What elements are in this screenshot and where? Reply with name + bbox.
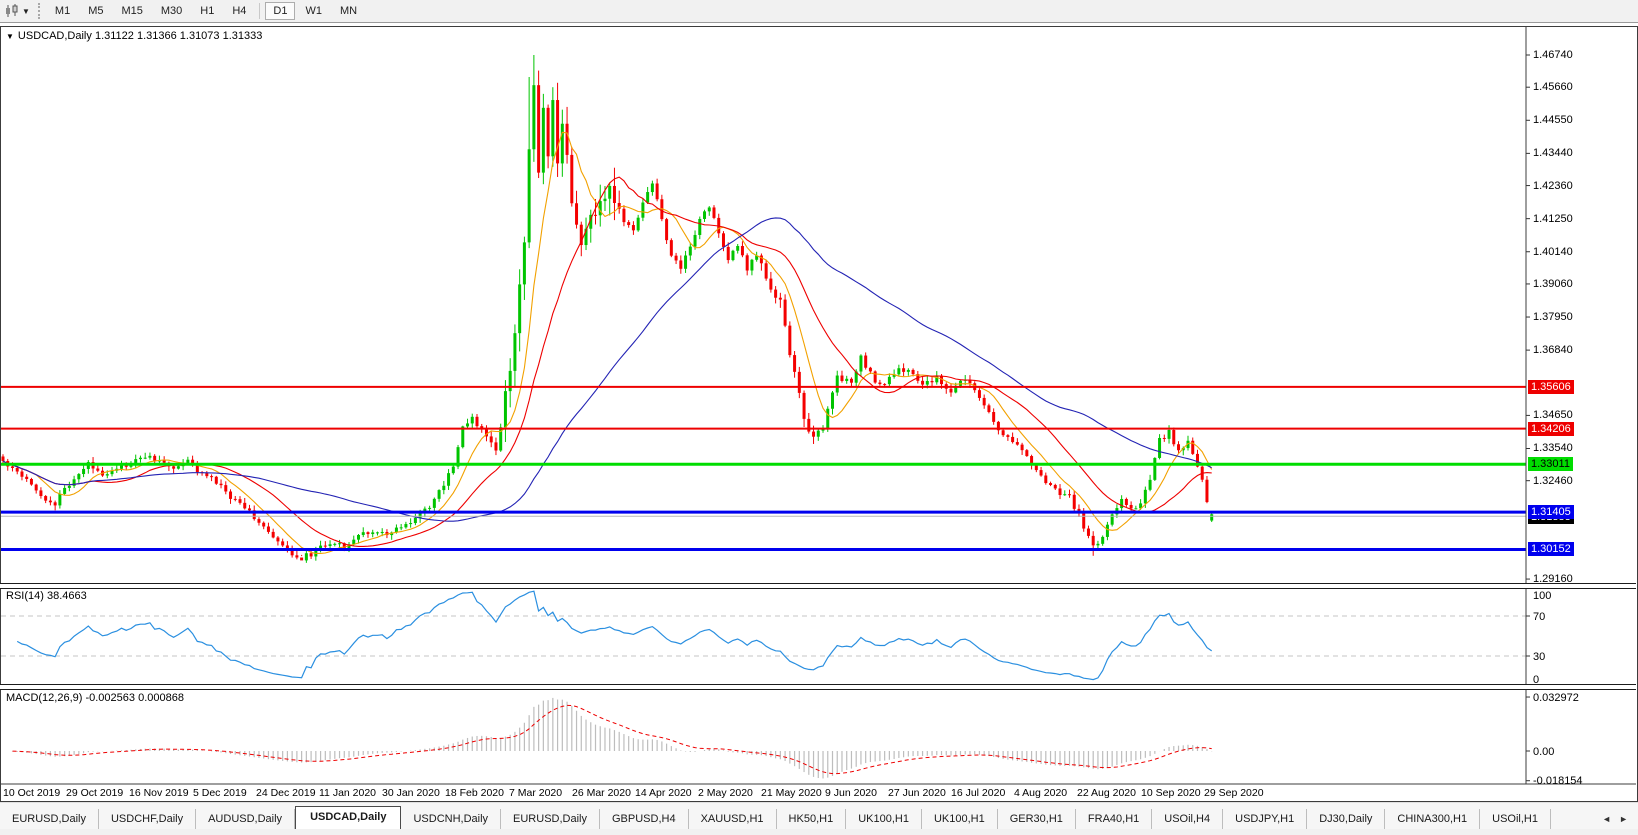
- timeframe-button-d1[interactable]: D1: [265, 2, 295, 20]
- date-tick-label: 22 Aug 2020: [1077, 787, 1136, 799]
- timeframe-button-m30[interactable]: M30: [153, 2, 190, 20]
- chart-tab-gbpusd-h4[interactable]: GBPUSD,H4: [600, 809, 689, 830]
- chart-tab-usdchf-daily[interactable]: USDCHF,Daily: [99, 809, 196, 830]
- timeframe-button-h1[interactable]: H1: [192, 2, 222, 20]
- chart-tab-audusd-daily[interactable]: AUDUSD,Daily: [196, 809, 295, 830]
- timeframe-buttons: M1M5M15M30H1H4 D1W1MN: [46, 2, 366, 20]
- chart-tabs: EURUSD,DailyUSDCHF,DailyAUDUSD,DailyUSDC…: [0, 808, 1551, 830]
- chart-tab-uk100-h1[interactable]: UK100,H1: [922, 809, 998, 830]
- date-tick-label: 5 Dec 2019: [193, 787, 247, 799]
- timeframe-button-mn[interactable]: MN: [332, 2, 365, 20]
- macd-label: MACD(12,26,9) -0.002563 0.000868: [6, 692, 184, 704]
- chart-tab-bar: EURUSD,DailyUSDCHF,DailyAUDUSD,DailyUSDC…: [0, 802, 1638, 830]
- pane-splitter[interactable]: [0, 684, 1636, 690]
- chart-tab-usoil-h1[interactable]: USOil,H1: [1480, 809, 1551, 830]
- price-axis[interactable]: [1527, 27, 1636, 783]
- chart-plot-area[interactable]: [1, 27, 1526, 583]
- chart-tab-china300-h1[interactable]: CHINA300,H1: [1385, 809, 1480, 830]
- date-tick-label: 16 Jul 2020: [951, 787, 1005, 799]
- chart-tab-hk50-h1[interactable]: HK50,H1: [777, 809, 847, 830]
- rsi-label: RSI(14) 38.4663: [6, 590, 87, 602]
- date-tick-label: 10 Oct 2019: [3, 787, 60, 799]
- status-strip: [0, 829, 1638, 835]
- chart-tab-usdcad-daily[interactable]: USDCAD,Daily: [295, 806, 401, 830]
- toolbar-grip[interactable]: [38, 3, 40, 19]
- candlestick-chart-icon[interactable]: [3, 3, 21, 19]
- date-tick-label: 10 Sep 2020: [1141, 787, 1201, 799]
- chart-tab-eurusd-daily[interactable]: EURUSD,Daily: [501, 809, 600, 830]
- date-tick-label: 14 Apr 2020: [635, 787, 692, 799]
- date-tick-label: 21 May 2020: [761, 787, 822, 799]
- date-tick-label: 24 Dec 2019: [256, 787, 316, 799]
- chart-tab-eurusd-daily[interactable]: EURUSD,Daily: [0, 809, 99, 830]
- date-tick-label: 9 Jun 2020: [825, 787, 877, 799]
- chart-tab-usoil-h4[interactable]: USOil,H4: [1152, 809, 1223, 830]
- date-tick-label: 29 Sep 2020: [1204, 787, 1264, 799]
- date-tick-label: 30 Jan 2020: [382, 787, 440, 799]
- date-tick-label: 18 Feb 2020: [445, 787, 504, 799]
- chart-tab-xauusd-h1[interactable]: XAUUSD,H1: [689, 809, 777, 830]
- tab-scroll-left-icon[interactable]: ◄: [1598, 812, 1615, 826]
- timeframe-toolbar: ▼ M1M5M15M30H1H4 D1W1MN: [0, 0, 1638, 23]
- pane-splitter[interactable]: [0, 583, 1636, 589]
- date-tick-label: 26 Mar 2020: [572, 787, 631, 799]
- chart-type-dropdown-arrow[interactable]: ▼: [22, 7, 30, 16]
- date-tick-label: 11 Jan 2020: [319, 787, 376, 799]
- timeframe-button-h4[interactable]: H4: [224, 2, 254, 20]
- chart-tab-fra40-h1[interactable]: FRA40,H1: [1076, 809, 1152, 830]
- timeframe-button-w1[interactable]: W1: [297, 2, 330, 20]
- date-tick-label: 4 Aug 2020: [1014, 787, 1067, 799]
- chart-tab-usdjpy-h1[interactable]: USDJPY,H1: [1223, 809, 1307, 830]
- tab-scroll-arrows: ◄ ►: [1594, 812, 1638, 830]
- chart-tab-dj30-daily[interactable]: DJ30,Daily: [1307, 809, 1385, 830]
- mt4-terminal: ▼ M1M5M15M30H1H4D1W1MN ▼USDCAD,Daily 1.3…: [0, 0, 1638, 835]
- timeframe-button-m5[interactable]: M5: [80, 2, 111, 20]
- date-tick-label: 16 Nov 2019: [129, 787, 189, 799]
- chart-tab-uk100-h1[interactable]: UK100,H1: [846, 809, 922, 830]
- timeframe-button-m1[interactable]: M1: [47, 2, 78, 20]
- chart-tab-ger30-h1[interactable]: GER30,H1: [998, 809, 1076, 830]
- toolbar-separator: [259, 3, 260, 19]
- date-tick-label: 2 May 2020: [698, 787, 753, 799]
- date-tick-label: 7 Mar 2020: [509, 787, 562, 799]
- date-tick-label: 29 Oct 2019: [66, 787, 123, 799]
- tab-scroll-right-icon[interactable]: ►: [1615, 812, 1632, 826]
- timeframe-button-m15[interactable]: M15: [113, 2, 150, 20]
- date-tick-label: 27 Jun 2020: [888, 787, 946, 799]
- chart-tab-usdcnh-daily[interactable]: USDCNH,Daily: [401, 809, 501, 830]
